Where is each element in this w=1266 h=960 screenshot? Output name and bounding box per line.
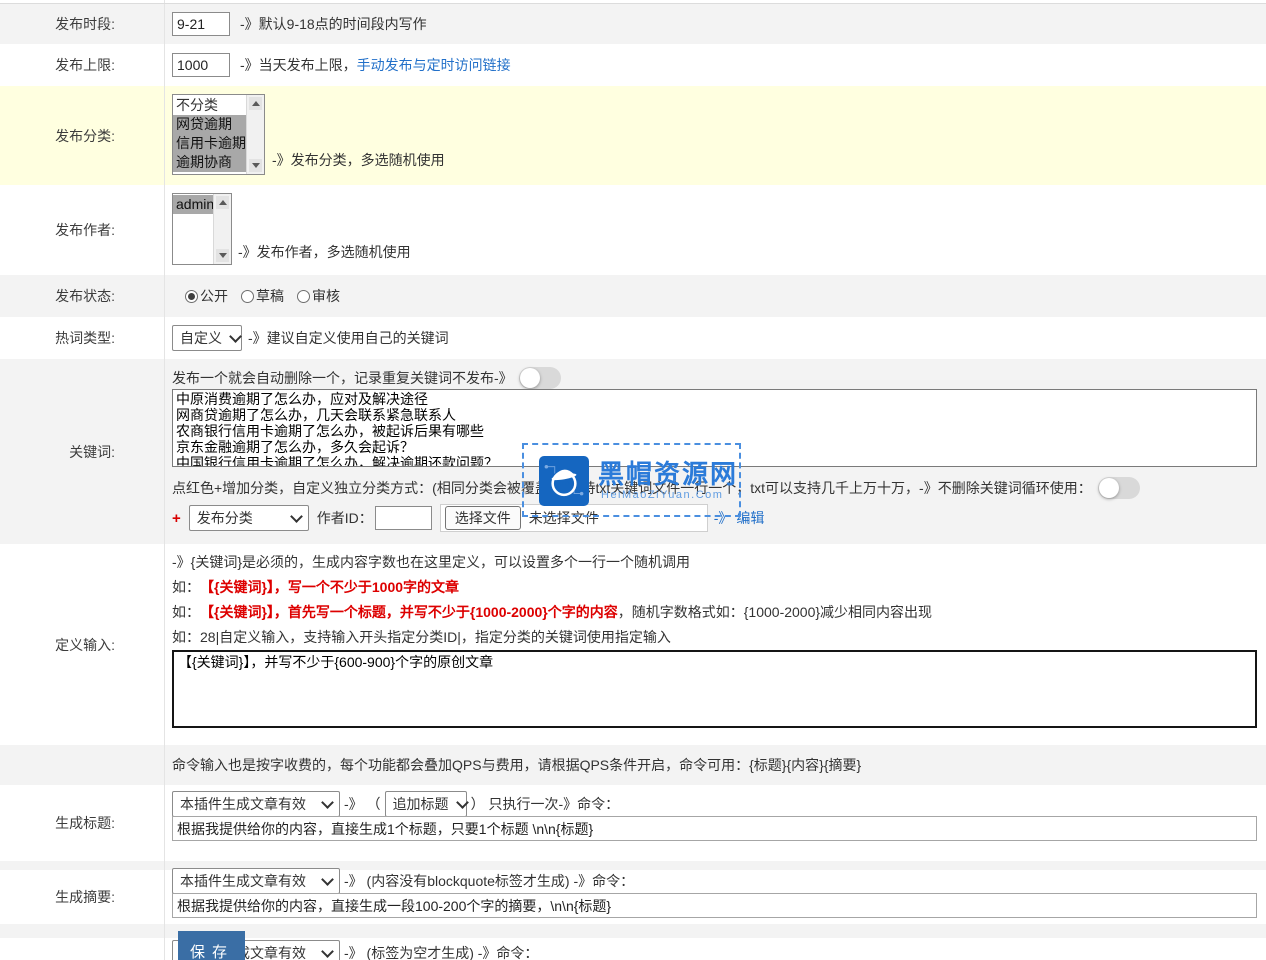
publish-limit-label: 发布上限: (0, 44, 165, 86)
define-input-example-1: 如： 【{关键词}】，写一个不少于1000字的文章 (172, 574, 932, 599)
edit-link[interactable]: -》 编辑 (714, 508, 765, 528)
define-input-textarea[interactable]: 【{关键词}】，并写不少于{600-900}个字的原创文章 (172, 650, 1257, 728)
hotword-type-select[interactable]: 自定义 (172, 325, 242, 351)
title-run-once-note: ） 只执行一次-》命令： (471, 794, 620, 814)
file-status-text: 未选择文件 (529, 508, 599, 528)
tags-condition-note: -》 (标签为空才生成) -》命令： (344, 943, 538, 960)
chevron-down-icon (321, 945, 334, 958)
title-command-input[interactable] (172, 816, 1257, 841)
publish-author-label: 发布作者: (0, 185, 165, 275)
example-red-text: 【{关键词}】，首先写一个标题，并写不少于{1000-2000}个字的内容 (200, 602, 618, 622)
define-input-example-3: 如：28|自定义输入，支持输入开头指定分类ID|，指定分类的关键词使用指定输入 (172, 624, 932, 649)
author-id-input[interactable] (375, 506, 432, 530)
auto-delete-toggle[interactable] (519, 367, 561, 389)
form-row-publish-time: 发布时段: -》默认9-18点的时间段内写作 (0, 4, 1266, 44)
define-input-label: 定义输入: (0, 544, 165, 745)
auto-delete-label: 发布一个就会自动删除一个，记录重复关键词不发布-》 (172, 368, 513, 388)
summary-condition-note: -》 (内容没有blockquote标签才生成) -》命令： (344, 871, 634, 891)
publish-time-label: 发布时段: (0, 4, 165, 44)
radio-option[interactable]: 公开 (185, 286, 228, 306)
radio-selected-icon[interactable] (185, 290, 198, 303)
radio-label: 草稿 (256, 286, 284, 306)
generate-title-label: 生成标题: (0, 785, 165, 861)
choose-file-button[interactable]: 选择文件 (445, 506, 521, 530)
publish-author-note: -》发布作者，多选随机使用 (238, 242, 411, 262)
form-row-keywords: 关键词: 发布一个就会自动删除一个，记录重复关键词不发布-》 中原消费逾期了怎么… (0, 359, 1266, 544)
save-button[interactable]: 保存 (178, 931, 245, 960)
summary-command-input[interactable] (172, 893, 1257, 918)
scroll-down-icon[interactable] (249, 159, 262, 172)
publish-category-label: 发布分类: (0, 86, 165, 185)
summary-scope-select[interactable]: 本插件生成文章有效 (172, 868, 340, 894)
chevron-down-icon (321, 873, 334, 886)
title-scope-select[interactable]: 本插件生成文章有效 (172, 791, 340, 817)
listbox-scrollbar[interactable] (213, 194, 231, 264)
toggle-knob (520, 368, 540, 388)
author-id-label: 作者ID： (317, 508, 373, 528)
radio-option[interactable]: 草稿 (241, 286, 284, 306)
manual-publish-link[interactable]: 手动发布与定时访问链接 (357, 55, 511, 75)
form-row-publish-author: 发布作者: admin -》发布作者，多选随机使用 (0, 185, 1266, 275)
empty-label (0, 938, 165, 960)
form-row-publish-limit: 发布上限: -》当天发布上限， 手动发布与定时访问链接 (0, 44, 1266, 86)
example-red-text: 【{关键词}】，写一个不少于1000字的文章 (200, 577, 459, 597)
chevron-down-icon (321, 796, 334, 809)
generate-summary-label: 生成摘要: (0, 870, 165, 924)
hotword-type-label: 热词类型: (0, 317, 165, 359)
keywords-label: 关键词: (0, 359, 165, 544)
hotword-type-note: -》建议自定义使用自己的关键词 (248, 328, 449, 348)
keywords-tip: 点红色+增加分类，自定义独立分类方式：(相同分类会被覆盖)，支持txt关键词文件… (172, 478, 1092, 498)
category-assign-select[interactable]: 发布分类 (189, 505, 309, 531)
form-row-generate-title: 生成标题: 本插件生成文章有效 -》 （ 追加标题 ） 只执行一次-》命令： (0, 785, 1266, 861)
title-mode-select[interactable]: 追加标题 (385, 791, 467, 817)
listbox-option[interactable]: 逾期协商 (173, 153, 246, 172)
scroll-up-icon[interactable] (216, 196, 229, 209)
author-listbox[interactable]: admin (172, 193, 232, 265)
keep-keywords-toggle[interactable] (1098, 477, 1140, 499)
radio-icon[interactable] (297, 290, 310, 303)
publish-status-label: 发布状态: (0, 275, 165, 317)
chevron-down-icon (290, 510, 303, 523)
label-column-divider (0, 0, 165, 3)
listbox-scrollbar[interactable] (246, 95, 264, 174)
listbox-option[interactable]: 网贷逾期 (173, 115, 246, 134)
radio-label: 公开 (200, 286, 228, 306)
form-row-publish-status: 发布状态: 公开 草稿 审核 (0, 275, 1266, 317)
form-row-hotword-type: 热词类型: 自定义 -》建议自定义使用自己的关键词 (0, 317, 1266, 359)
empty-label (0, 924, 165, 938)
chevron-down-icon (229, 330, 242, 343)
define-input-tip: -》{关键词}是必须的，生成内容字数也在这里定义，可以设置多个一行一个随机调用 (172, 549, 932, 574)
plugin-settings-page: 发布时段: -》默认9-18点的时间段内写作 发布上限: -》当天发布上限， 手… (0, 0, 1266, 960)
listbox-option[interactable]: admin (173, 195, 213, 214)
publish-category-note: -》发布分类，多选随机使用 (272, 150, 445, 170)
empty-label (0, 861, 165, 870)
chevron-down-icon (456, 796, 469, 809)
add-category-button[interactable]: + (172, 510, 181, 527)
publish-limit-input[interactable] (172, 53, 230, 77)
empty-label (0, 745, 165, 785)
listbox-option[interactable]: 不分类 (173, 96, 246, 115)
form-row-command-note: 命令输入也是按字收费的，每个功能都会叠加QPS与费用，请根据QPS条件开启，命令… (0, 745, 1266, 785)
radio-label: 审核 (312, 286, 340, 306)
category-listbox[interactable]: 不分类网贷逾期信用卡逾期逾期协商 (172, 94, 265, 175)
form-row-generate-summary: 生成摘要: 本插件生成文章有效 -》 (内容没有blockquote标签才生成)… (0, 870, 1266, 924)
arrow-text: -》 （ (344, 794, 381, 814)
form-row-publish-category: 发布分类: 不分类网贷逾期信用卡逾期逾期协商 -》发布分类，多选随机使用 (0, 86, 1266, 185)
radio-icon[interactable] (241, 290, 254, 303)
scroll-up-icon[interactable] (249, 97, 262, 110)
radio-option[interactable]: 审核 (297, 286, 340, 306)
command-note-text: 命令输入也是按字收费的，每个功能都会叠加QPS与费用，请根据QPS条件开启，命令… (172, 755, 861, 775)
scroll-down-icon[interactable] (216, 249, 229, 262)
status-radio-group: 公开 草稿 审核 (165, 275, 1266, 317)
form-row-define-input: 定义输入: -》{关键词}是必须的，生成内容字数也在这里定义，可以设置多个一行一… (0, 544, 1266, 745)
publish-limit-note: -》当天发布上限， (240, 55, 357, 75)
publish-time-input[interactable] (172, 12, 230, 36)
define-input-example-2: 如： 【{关键词}】，首先写一个标题，并写不少于{1000-2000}个字的内容… (172, 599, 932, 624)
keyword-file-widget: 选择文件 未选择文件 (440, 504, 708, 532)
toggle-knob (1099, 478, 1119, 498)
listbox-option[interactable]: 信用卡逾期 (173, 134, 246, 153)
publish-time-note: -》默认9-18点的时间段内写作 (240, 14, 427, 34)
keywords-textarea[interactable]: 中原消费逾期了怎么办，应对及解决途径 网商贷逾期了怎么办，几天会联系紧急联系人 … (172, 389, 1257, 467)
